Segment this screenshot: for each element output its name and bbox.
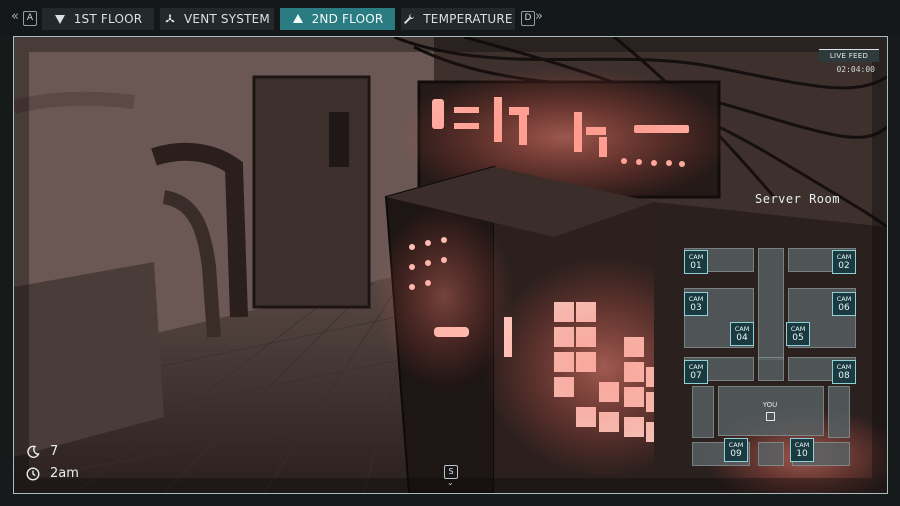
cam-08-button[interactable]: CAM 08 (832, 360, 856, 384)
map-room (692, 386, 714, 438)
wrench-icon (404, 14, 415, 24)
map-room (828, 386, 850, 438)
prev-key-hint: A (23, 11, 37, 26)
cam-06-button[interactable]: CAM 06 (832, 292, 856, 316)
camera-tab-bar: « A 1ST FLOOR VENT SYSTEM 2ND FLOOR TEMP… (0, 0, 900, 36)
tab-temperature[interactable]: TEMPERATURE (401, 8, 515, 30)
clock-icon (26, 466, 40, 481)
moon-icon (27, 445, 40, 458)
map-room-current (718, 386, 824, 436)
you-marker-icon (766, 412, 775, 421)
tab-label: VENT SYSTEM (184, 12, 270, 26)
scroll-down-key-hint: S (444, 465, 458, 479)
live-feed-badge: LIVE FEED (819, 49, 879, 62)
tab-2nd-floor[interactable]: 2ND FLOOR (280, 8, 395, 30)
cam-01-button[interactable]: CAM 01 (684, 250, 708, 274)
cam-02-button[interactable]: CAM 02 (832, 250, 856, 274)
cam-10-button[interactable]: CAM 10 (790, 438, 814, 462)
cam-05-button[interactable]: CAM 05 (786, 322, 810, 346)
map-room (758, 357, 784, 381)
camera-map: YOU CAM 01 CAM 02 CAM 03 CAM 04 CAM 05 CAM 06 … (670, 212, 856, 466)
triangle-up-icon (292, 14, 303, 23)
cam-04-button[interactable]: CAM 04 (730, 322, 754, 346)
map-room (758, 248, 784, 360)
map-room (758, 442, 784, 466)
clock-display: 2am (26, 466, 79, 481)
tab-label: 1ST FLOOR (73, 12, 143, 26)
current-room-title: Server Room (755, 192, 840, 206)
feed-timestamp: 02:04:00 (836, 65, 875, 74)
clock-time: 2am (50, 466, 79, 481)
night-counter: 7 (26, 444, 58, 459)
cam-03-button[interactable]: CAM 03 (684, 292, 708, 316)
tab-vent-system[interactable]: VENT SYSTEM (160, 8, 274, 30)
prev-chevron-icon[interactable]: « (11, 9, 19, 25)
triangle-down-icon (54, 15, 65, 24)
fan-icon (165, 14, 175, 23)
tab-label: TEMPERATURE (423, 12, 513, 26)
cam-07-button[interactable]: CAM 07 (684, 360, 708, 384)
cam-09-button[interactable]: CAM 09 (724, 438, 748, 462)
next-key-hint: D (521, 11, 535, 26)
night-number: 7 (50, 444, 59, 459)
next-chevron-icon[interactable]: » (535, 9, 543, 25)
tab-1st-floor[interactable]: 1ST FLOOR (42, 8, 154, 30)
chevron-down-icon[interactable]: ⌄ (447, 478, 454, 487)
tab-label: 2ND FLOOR (311, 12, 384, 26)
you-marker-label: YOU (762, 401, 778, 409)
